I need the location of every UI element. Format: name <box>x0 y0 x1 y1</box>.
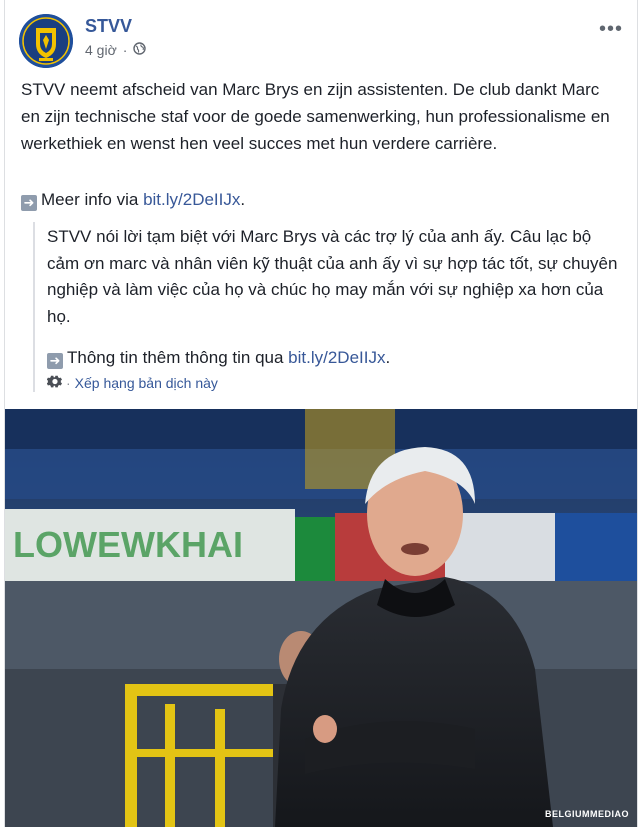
translated-text: STVV nói lời tạm biệt với Marc Brys và c… <box>47 227 618 326</box>
more-options-button[interactable]: ••• <box>599 18 623 41</box>
post-text: STVV neemt afscheid van Marc Brys en zij… <box>21 80 610 153</box>
photo-credit: BELGIUMMEDIAO <box>545 809 629 819</box>
rate-translation-label[interactable]: Xếp hạng bản dịch này <box>75 375 218 391</box>
banner-text: LOWEWKHAI <box>13 524 243 565</box>
post-header: STVV 4 giờ · ••• <box>19 14 623 70</box>
gear-icon <box>46 374 62 392</box>
globe-icon <box>133 42 147 58</box>
translated-info-label: Thông tin thêm thông tin qua <box>67 348 284 367</box>
more-info-label: Meer info via <box>41 190 139 209</box>
facebook-post: STVV 4 giờ · ••• STVV neemt afscheid van… <box>4 0 638 827</box>
translated-info-suffix: . <box>385 348 391 367</box>
right-arrow-icon: ➜ <box>21 195 37 211</box>
meta-separator: · <box>122 42 128 58</box>
rate-separator: · <box>66 375 71 391</box>
translation-block: STVV nói lời tạm biệt với Marc Brys và c… <box>33 222 627 392</box>
more-info-link[interactable]: bit.ly/2DeIIJx <box>143 190 240 209</box>
post-meta: 4 giờ · <box>85 42 147 58</box>
more-info-suffix: . <box>240 190 246 209</box>
page-name[interactable]: STVV <box>85 16 132 37</box>
page-avatar[interactable] <box>19 14 73 68</box>
more-info-line: ➜ Meer info via bit.ly/2DeIIJx. <box>21 188 245 212</box>
coach-photo-illustration: LOWEWKHAI <box>5 409 637 827</box>
post-time[interactable]: 4 giờ <box>85 42 117 58</box>
translated-info-line: ➜ Thông tin thêm thông tin qua bit.ly/2De… <box>47 346 627 370</box>
translated-info-link[interactable]: bit.ly/2DeIIJx <box>288 348 385 367</box>
post-photo[interactable]: LOWEWKHAI BELGIUMMEDIAO <box>5 409 637 827</box>
right-arrow-icon: ➜ <box>47 353 63 369</box>
rate-translation[interactable]: · Xếp hạng bản dịch này <box>46 374 627 392</box>
